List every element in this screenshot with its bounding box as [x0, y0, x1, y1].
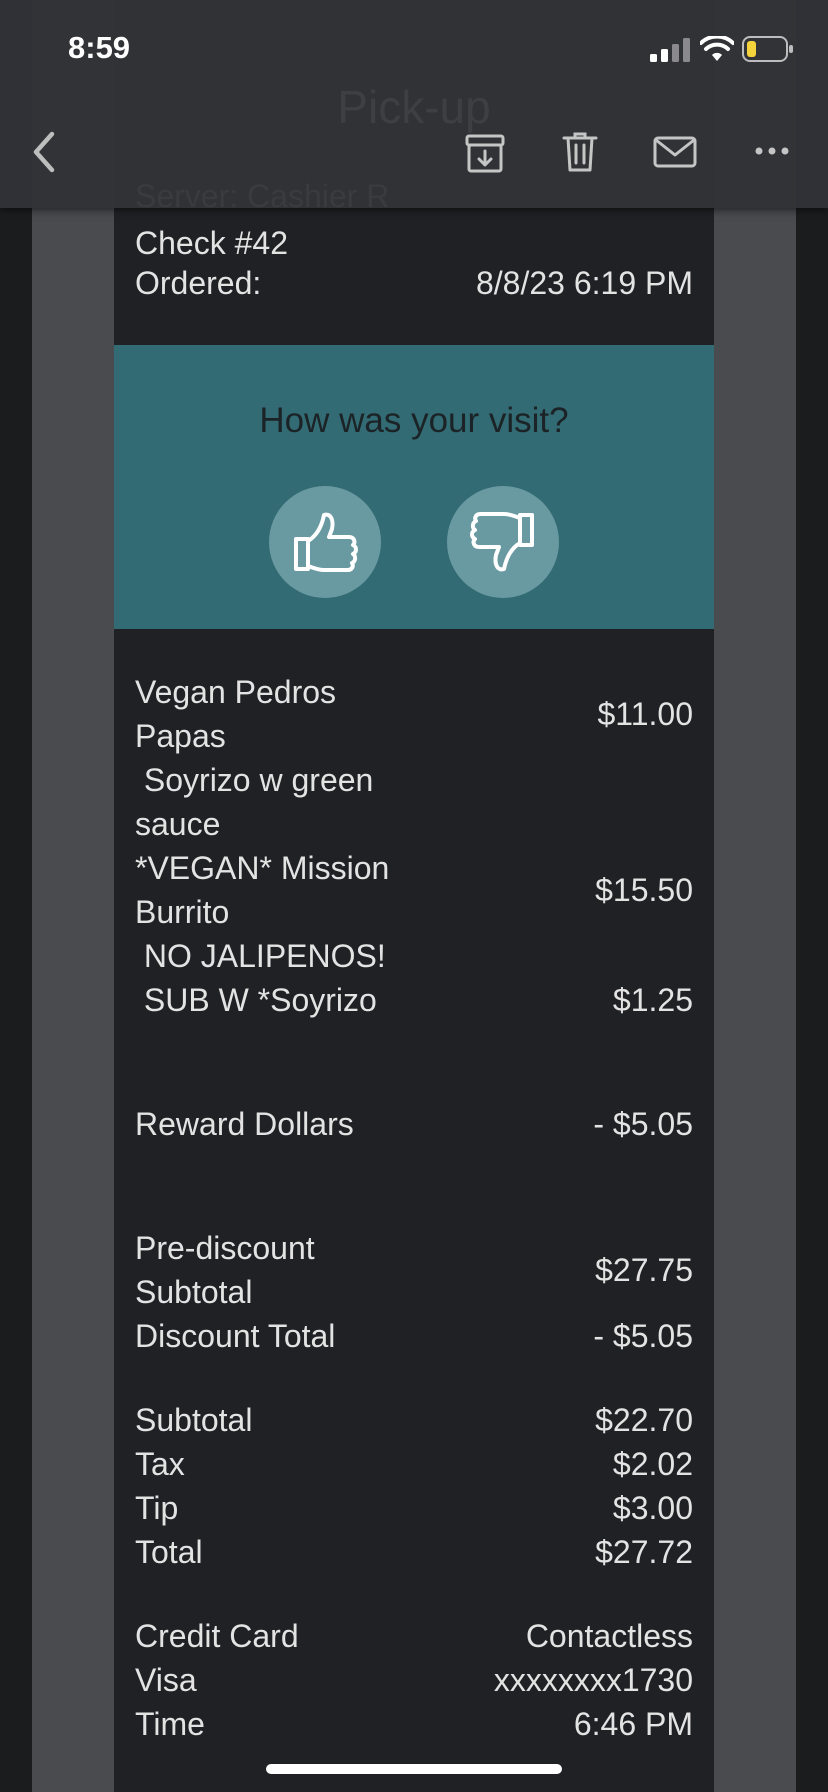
item-modifier: SUB W *Soyrizo	[135, 982, 377, 1018]
item-modifier: Soyrizo w green	[135, 762, 374, 798]
tax-label: Tax	[135, 1446, 185, 1482]
mail-button[interactable]	[652, 134, 698, 170]
tax-value: $2.02	[612, 1446, 693, 1482]
payment-label: Credit Card	[135, 1618, 299, 1654]
check-number: Check #42	[135, 225, 288, 261]
prediscount-label: Subtotal	[135, 1274, 253, 1310]
payment-time-value: 6:46 PM	[573, 1706, 693, 1742]
home-indicator[interactable]	[266, 1764, 562, 1774]
total-value: $27.72	[595, 1534, 693, 1570]
thumbs-up-icon	[294, 512, 358, 572]
more-options-icon	[755, 147, 789, 155]
item-name: Burrito	[135, 894, 230, 930]
server-line: Server: Cashier R	[135, 178, 390, 214]
reward-value: - $5.05	[593, 1106, 693, 1142]
tip-label: Tip	[135, 1490, 179, 1526]
item-modifier: NO JALIPENOS!	[135, 938, 386, 974]
item-price: $1.25	[612, 982, 693, 1018]
reward-label: Reward Dollars	[135, 1106, 354, 1142]
card-label: Visa	[135, 1662, 197, 1698]
item-name: *VEGAN* Mission	[135, 850, 390, 886]
battery-icon	[742, 36, 793, 62]
nav-title: Pick-up	[337, 81, 491, 133]
total-label: Total	[135, 1534, 203, 1570]
feedback-panel: How was your visit?	[114, 345, 714, 629]
archive-icon	[465, 134, 505, 173]
subtotal-label: Subtotal	[135, 1402, 253, 1438]
cellular-signal-icon	[650, 38, 690, 62]
more-button[interactable]	[754, 140, 790, 162]
thumbs-down-button[interactable]	[447, 486, 559, 598]
chevron-left-icon	[33, 131, 55, 173]
card-number: xxxxxxxx1730	[493, 1662, 693, 1698]
navigation-bar: 8:59 Pick-up Server: Cashier R	[0, 0, 828, 214]
feedback-question: How was your visit?	[259, 401, 569, 440]
item-price: $11.00	[597, 696, 694, 732]
trash-icon	[562, 132, 598, 172]
subtotal-value: $22.70	[595, 1402, 693, 1438]
prediscount-label: Pre-discount	[135, 1230, 315, 1266]
receipt: Check #42 Ordered: 8/8/23 6:19 PM How wa…	[114, 0, 714, 1792]
item-name: Papas	[135, 718, 226, 754]
discount-total-label: Discount Total	[135, 1318, 336, 1354]
payment-time-label: Time	[135, 1706, 205, 1742]
archive-button[interactable]	[462, 132, 508, 174]
ordered-value: 8/8/23 6:19 PM	[475, 265, 693, 301]
envelope-icon	[653, 136, 697, 168]
back-button[interactable]	[24, 128, 64, 176]
wifi-icon	[700, 36, 734, 61]
left-gutter	[0, 0, 32, 1792]
discount-total-value: - $5.05	[593, 1318, 693, 1354]
item-modifier: sauce	[135, 806, 221, 842]
ordered-label: Ordered:	[135, 265, 262, 301]
right-gutter	[796, 0, 828, 1792]
delete-button[interactable]	[560, 130, 600, 174]
thumbs-down-icon	[470, 512, 534, 572]
item-name: Vegan Pedros	[135, 674, 337, 710]
prediscount-value: $27.75	[595, 1252, 693, 1288]
payment-value: Contactless	[525, 1618, 693, 1654]
thumbs-up-button[interactable]	[269, 486, 381, 598]
item-price: $15.50	[595, 872, 693, 908]
status-time: 8:59	[68, 30, 131, 65]
tip-value: $3.00	[612, 1490, 693, 1526]
